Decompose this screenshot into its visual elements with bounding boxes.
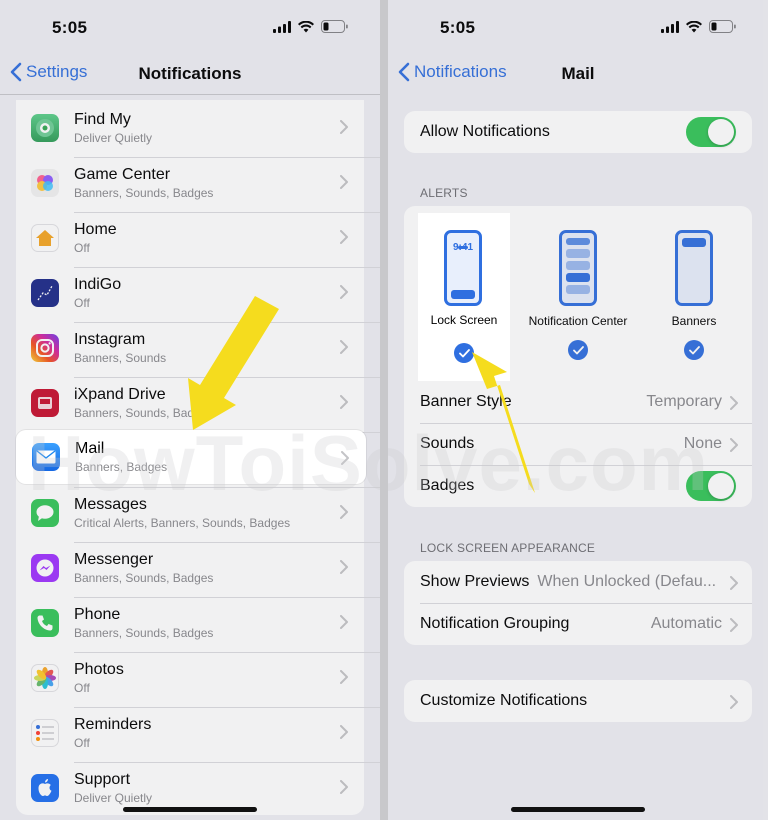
- notifications-screen: 5:05 Settings Notifications Find My Deliv…: [0, 0, 380, 820]
- arrow-pointing-to-mail: [188, 296, 279, 430]
- home-indicator: [123, 807, 257, 812]
- arrow-pointing-to-lock-screen: [472, 352, 535, 493]
- home-indicator: [511, 807, 645, 812]
